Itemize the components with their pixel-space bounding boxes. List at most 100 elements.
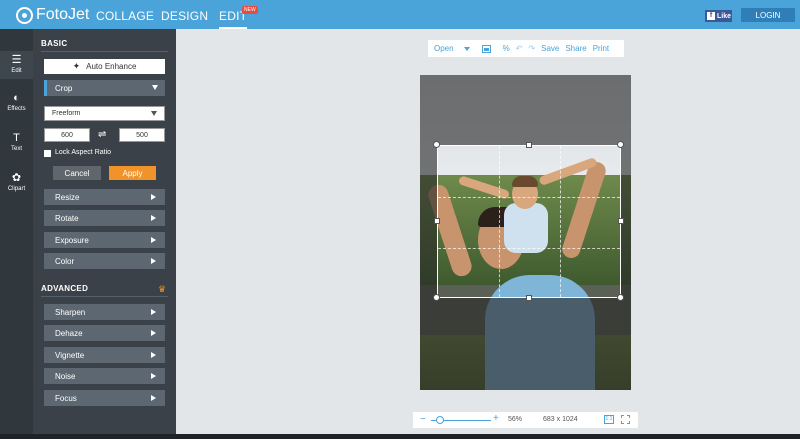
tool-vignette[interactable]: Vignette [44,347,165,363]
print-button[interactable]: Print [593,44,609,53]
tool-noise[interactable]: Noise [44,368,165,384]
rail-item-label: Text [10,146,22,152]
tool-label: Focus [55,393,77,403]
top-bar: FotoJet COLLAGE DESIGN EDIT NEW f Like L… [0,0,800,29]
rail-item-label: Clipart [7,186,26,192]
advanced-heading: ADVANCED [41,284,89,293]
facebook-icon: f [707,12,715,20]
nav-design[interactable]: DESIGN [161,9,208,23]
actual-size-icon[interactable]: 1:1 [604,415,614,424]
zoom-bar: − + 56% 683 x 1024 1:1 [413,412,638,428]
save-button[interactable]: Save [541,44,559,53]
fullscreen-icon[interactable] [621,415,630,424]
chevron-right-icon [151,258,156,264]
rail-item-edit[interactable]: ☰ Edit [0,51,33,79]
percent-icon[interactable]: % [503,44,510,53]
crop-guide [438,248,620,249]
crop-guide [499,146,500,297]
chevron-right-icon [151,237,156,243]
canvas-toolbar: Open % ↶ ↷ Save Share Print [428,40,624,57]
chevron-right-icon [151,395,156,401]
image-dimensions: 683 x 1024 [543,416,578,423]
crop-handle-bottom-right[interactable] [617,294,624,301]
tool-rotate[interactable]: Rotate [44,210,165,226]
crown-icon: ♛ [158,284,167,294]
crop-section-header[interactable]: Crop [44,80,165,96]
facebook-like-label: Like [717,12,732,20]
chevron-right-icon [151,215,156,221]
swap-dimensions-icon[interactable]: ⇌ [98,129,106,140]
rail-item-label: Edit [11,68,22,74]
crop-title: Crop [55,83,73,93]
crop-handle-top-left[interactable] [433,141,440,148]
open-label: Open [434,44,454,53]
tool-label: Sharpen [55,307,86,317]
crop-guide [560,146,561,297]
clipart-icon: ✿ [11,172,22,184]
crop-handle-left[interactable] [434,218,440,224]
divider [41,296,168,297]
crop-width-input[interactable]: 600 [44,128,90,142]
login-button[interactable]: LOGIN [741,8,795,22]
tool-label: Dehaze [55,328,83,338]
tool-color[interactable]: Color [44,253,165,269]
crop-handle-top-right[interactable] [617,141,624,148]
tool-label: Noise [55,371,76,381]
crop-selection[interactable] [437,145,621,298]
logo-text: FotoJet [36,6,90,23]
tool-focus[interactable]: Focus [44,390,165,406]
zoom-out-button[interactable]: − [420,414,426,425]
tool-sharpen[interactable]: Sharpen [44,304,165,320]
tool-dehaze[interactable]: Dehaze [44,325,165,341]
lock-aspect-label: Lock Aspect Ratio [55,149,112,156]
cancel-button[interactable]: Cancel [53,166,101,180]
auto-enhance-button[interactable]: ✦ Auto Enhance [44,59,165,74]
crop-handle-bottom-left[interactable] [433,294,440,301]
chevron-right-icon [151,194,156,200]
crop-handle-right[interactable] [618,218,624,224]
chevron-down-icon [152,85,158,90]
tool-label: Vignette [55,350,85,360]
zoom-in-button[interactable]: + [493,413,499,424]
share-button[interactable]: Share [565,44,586,53]
rail-item-text[interactable]: T Text [0,132,33,152]
taskbar-strip [0,434,800,439]
magic-wand-icon: ✦ [72,61,81,71]
chevron-right-icon [151,309,156,315]
divider [41,51,168,52]
auto-enhance-label: Auto Enhance [86,62,137,71]
crop-mask [420,75,631,145]
crop-height-input[interactable]: 500 [119,128,165,142]
tool-exposure[interactable]: Exposure [44,232,165,248]
edit-panel: BASIC ✦ Auto Enhance Crop Freeform 600 ⇌… [33,29,176,439]
logo-mark-icon [16,6,33,24]
open-menu[interactable]: Open [434,44,476,53]
text-icon: T [13,132,20,144]
crop-mode-value: Freeform [52,110,81,117]
new-badge: NEW [242,6,258,14]
crop-handle-top[interactable] [526,142,532,148]
lock-aspect-checkbox[interactable] [44,150,51,157]
caret-down-icon [463,46,470,51]
tool-resize[interactable]: Resize [44,189,165,205]
crop-guide [438,197,620,198]
fotojet-logo[interactable]: FotoJet [16,6,89,24]
sliders-icon: ☰ [11,54,22,66]
zoom-slider-thumb[interactable] [436,416,444,424]
rail-item-effects[interactable]: ◐ Effects [0,92,33,112]
basic-heading: BASIC [41,39,68,48]
image-icon-shape [481,44,491,53]
rail-item-label: Effects [7,106,26,112]
facebook-like-button[interactable]: f Like [705,10,732,22]
undo-icon[interactable]: ↶ [516,44,523,53]
crop-mode-select[interactable]: Freeform [44,106,165,121]
nav-collage[interactable]: COLLAGE [96,9,154,23]
tool-label: Color [55,256,75,266]
rail-item-clipart[interactable]: ✿ Clipart [0,172,33,192]
image-icon[interactable] [481,44,497,53]
crop-handle-bottom[interactable] [526,295,532,301]
chevron-right-icon [151,352,156,358]
chevron-down-icon [151,111,157,116]
redo-icon[interactable]: ↷ [528,44,535,53]
apply-button[interactable]: Apply [109,166,156,180]
